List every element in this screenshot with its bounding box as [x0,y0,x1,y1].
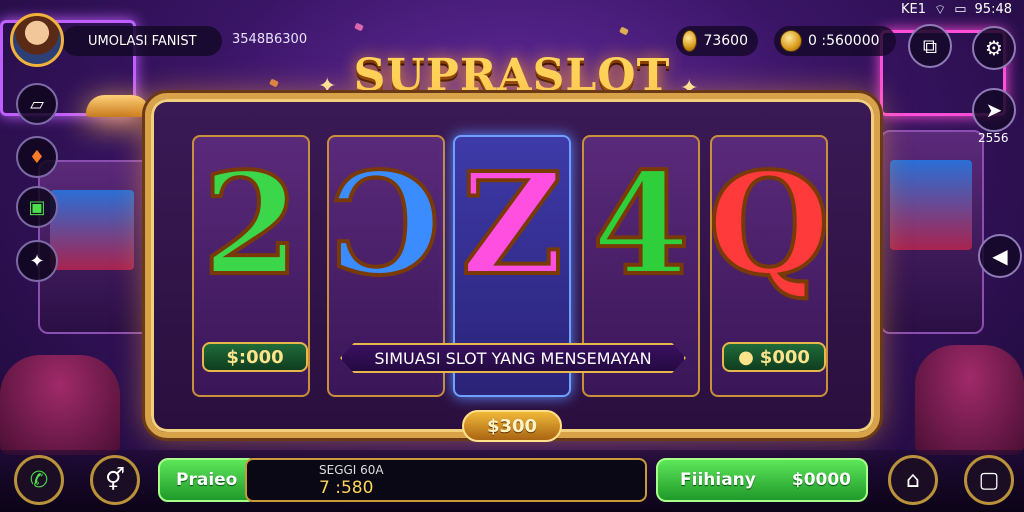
menu-button[interactable]: ▢ [964,455,1014,505]
win-badge-right: ● $000 [722,342,826,372]
ceiling-lamp [86,95,150,117]
reel-symbol: 2 [200,143,301,307]
confetti [354,22,364,32]
spin-label: Fiihiany [680,470,756,490]
carrot-icon: ♦ [28,146,46,168]
balance-value: 7 :580 [319,478,374,498]
back-button[interactable]: ◀ [978,234,1022,278]
player-name: UMOLASI FANIST [88,33,197,49]
confetti [619,26,629,36]
currency-pill-gold[interactable]: 0 :560000 [774,26,896,56]
back-icon: ◀ [992,244,1008,268]
bg-slot-screen [890,160,972,250]
balance-label: SEGGI 60A [319,463,384,477]
shop-button[interactable]: ⌂ [888,455,938,505]
send-icon: ➤ [985,98,1003,122]
coin-icon [682,30,698,52]
bg-slot-screen [50,190,134,270]
win-amount-left: $:000 [226,346,284,368]
coin-icon: ● [738,346,754,368]
status-bar: KE1 ⌔ ▭ 95:48 [901,2,1012,18]
bg-armchair [915,345,1024,455]
battery-icon: ▭ [954,2,967,17]
game-banner: SIMUASI SLOT YANG MENSEMAYAN [340,343,686,373]
play-label: Praieo [176,470,238,490]
reel-symbol: 4 [590,143,691,307]
coin-icon [780,30,802,52]
camera-icon: ⧉ [922,34,938,58]
currency-pill-coins[interactable]: 73600 [676,26,758,56]
bet-badge[interactable]: $300 [462,410,562,442]
side-button-bonus[interactable]: ♦ [16,136,58,178]
bet-amount: $300 [486,415,538,437]
wifi-icon: ⌔ [934,3,947,18]
play-button[interactable]: Praieo [158,458,258,502]
gender-icon: ⚥ [105,467,125,493]
coin-amount: 73600 [703,33,748,49]
reel-symbol: Q [710,143,828,307]
gold-amount: 0 :560000 [808,33,880,49]
win-badge-left: $:000 [202,342,308,372]
signal-indicator: KE1 [900,2,926,17]
settings-button[interactable]: ⚙ [972,26,1016,70]
phone-icon: ✆ [29,467,49,493]
share-count: 2556 [978,131,1009,145]
gender-button[interactable]: ⚥ [90,455,140,505]
confetti [269,78,279,88]
phone-button[interactable]: ✆ [14,455,64,505]
shop-icon: ⌂ [906,467,920,493]
spin-button[interactable]: Fiihiany $0000 [656,458,868,502]
clock: 95:48 [974,2,1012,17]
bg-armchair [0,355,120,455]
gift-icon: ✦ [29,250,45,272]
reel-symbol: Ɔ [329,143,443,307]
profile-button[interactable]: ⧉ [908,24,952,68]
gear-icon: ⚙ [985,36,1003,60]
square-icon: ▢ [978,467,1000,493]
share-button[interactable]: ➤ [972,88,1016,132]
side-button-gift[interactable]: ✦ [16,240,58,282]
reel-symbol: Z [459,143,565,307]
avatar[interactable] [10,13,64,67]
spin-value: $0000 [791,470,852,490]
win-amount-right: $000 [759,346,810,368]
side-button-cash[interactable]: ▣ [16,186,58,228]
chart-icon: ▱ [30,93,44,115]
player-id: 3548B6300 [232,32,308,47]
cash-icon: ▣ [28,196,46,218]
side-button-chart[interactable]: ▱ [16,83,58,125]
balance-display: SEGGI 60A 7 :580 [245,458,647,502]
player-name-pill[interactable]: UMOLASI FANIST [62,26,222,56]
banner-text: SIMUASI SLOT YANG MENSEMAYAN [374,348,652,368]
